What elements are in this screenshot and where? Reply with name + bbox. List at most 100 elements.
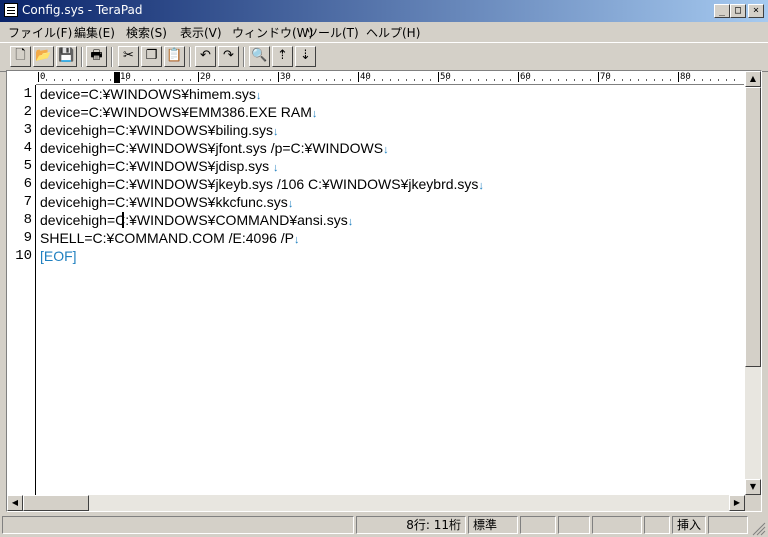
ruler-tick — [214, 79, 215, 81]
open-folder-icon[interactable]: 📂 — [33, 46, 54, 67]
print-icon[interactable]: 🖶 — [86, 46, 107, 67]
minimize-button[interactable]: _ — [714, 4, 730, 18]
ruler-caret-marker — [114, 72, 120, 83]
ruler-tick — [534, 79, 535, 81]
line-number: 9 — [23, 230, 32, 246]
text-line[interactable]: devicehigh=C:¥WINDOWS¥jfont.sys /p=C:¥WI… — [40, 139, 389, 157]
ruler-tick — [150, 79, 151, 81]
vertical-scrollbar[interactable]: ▲ ▼ — [745, 71, 761, 495]
ruler-tick — [422, 79, 423, 81]
line-text: devicehigh=C:¥WINDOWS¥jdisp.sys — [40, 158, 274, 174]
ruler-tick — [62, 79, 63, 81]
ruler-tick — [390, 79, 391, 81]
line-text: device=C:¥WINDOWS¥EMM386.EXE RAM — [40, 104, 312, 120]
menu-search[interactable]: 検索(S) — [126, 24, 167, 41]
ruler-tick — [134, 79, 135, 81]
ruler-tick — [710, 79, 711, 81]
ruler-tick — [574, 79, 575, 81]
scroll-left-icon[interactable]: ◀ — [7, 495, 23, 511]
ruler-tick — [158, 79, 159, 81]
menu-help[interactable]: ヘルプ(H) — [366, 24, 420, 41]
text-line[interactable]: device=C:¥WINDOWS¥himem.sys↓ — [40, 85, 261, 103]
find-next-icon[interactable]: ⇣ — [295, 46, 316, 67]
copy-icon[interactable]: ❐ — [141, 46, 162, 67]
app-icon[interactable] — [4, 3, 18, 17]
newline-mark: ↓ — [255, 90, 262, 102]
line-number: 6 — [23, 176, 32, 192]
ruler-tick — [638, 79, 639, 81]
newline-mark: ↓ — [478, 180, 484, 192]
new-file-icon[interactable]: 🗋 — [10, 46, 31, 67]
ruler-tick — [262, 79, 263, 81]
newline-mark: ↓ — [273, 126, 279, 138]
status-pane-empty — [708, 516, 748, 534]
text-line[interactable]: devicehigh=C:¥WINDOWS¥jdisp.sys ↓ — [40, 157, 279, 175]
ruler-tick — [142, 79, 143, 81]
status-pane-empty — [592, 516, 642, 534]
cut-icon[interactable]: ✂ — [118, 46, 139, 67]
scroll-right-icon[interactable]: ▶ — [729, 495, 745, 511]
cursor-position: 8行: 11桁 — [356, 516, 466, 534]
ruler-tick — [326, 79, 327, 81]
text-line[interactable]: SHELL=C:¥COMMAND.COM /E:4096 /P↓ — [40, 229, 300, 247]
ruler-tick — [550, 79, 551, 81]
vertical-scroll-thumb[interactable] — [745, 87, 761, 367]
line-number: 7 — [23, 194, 32, 210]
ruler-tick — [526, 79, 527, 81]
line-number: 5 — [23, 158, 32, 174]
maximize-button[interactable]: □ — [730, 4, 746, 18]
ruler-tick — [614, 79, 615, 81]
ruler-tick — [406, 79, 407, 81]
ruler-tick — [166, 79, 167, 81]
find-icon[interactable]: 🔍 — [249, 46, 270, 67]
undo-icon[interactable]: ↶ — [195, 46, 216, 67]
ruler-tick — [190, 79, 191, 81]
line-number-gutter: 1 2 3 4 5 6 7 8 9 10 — [7, 85, 36, 495]
status-pane-empty — [558, 516, 590, 534]
resize-grip-icon[interactable] — [750, 520, 766, 536]
ruler-tick — [374, 79, 375, 81]
menu-view[interactable]: 表示(V) — [180, 24, 222, 41]
text-line[interactable]: devicehigh=C:¥WINDOWS¥jkeyb.sys /106 C:¥… — [40, 175, 484, 193]
newline-mark: ↓ — [273, 162, 279, 174]
ruler-tick — [446, 79, 447, 81]
ruler-tick — [454, 79, 455, 81]
ruler-tick — [654, 79, 655, 81]
ruler-tick — [486, 79, 487, 81]
ruler-tick — [582, 79, 583, 81]
horizontal-scrollbar[interactable]: ◀ ▶ — [7, 495, 745, 511]
redo-icon[interactable]: ↷ — [218, 46, 239, 67]
ruler-tick — [230, 79, 231, 81]
menu-window[interactable]: ウィンドウ(W) — [232, 24, 313, 41]
insert-mode: 挿入 — [672, 516, 706, 534]
close-button[interactable]: × — [748, 4, 764, 18]
line-text: devicehigh=C:¥WINDOWS¥biling.sys — [40, 122, 274, 138]
ruler-tick — [430, 79, 431, 81]
ruler-tick — [718, 79, 719, 81]
ruler-tick — [662, 79, 663, 81]
ruler-tick — [558, 79, 559, 81]
text-line[interactable]: device=C:¥WINDOWS¥EMM386.EXE RAM↓ — [40, 103, 317, 121]
scroll-down-icon[interactable]: ▼ — [745, 479, 761, 495]
text-line[interactable]: devicehigh=C:¥WINDOWS¥biling.sys↓ — [40, 121, 279, 139]
window-title: Config.sys - TeraPad — [22, 3, 143, 17]
find-prev-icon[interactable]: ⇡ — [272, 46, 293, 67]
menu-edit[interactable]: 編集(E) — [74, 24, 115, 41]
scroll-up-icon[interactable]: ▲ — [745, 71, 761, 87]
ruler-tick — [246, 79, 247, 81]
text-line[interactable]: devicehigh=C:¥WINDOWS¥kkcfunc.sys↓ — [40, 193, 293, 211]
text-editor-area[interactable]: device=C:¥WINDOWS¥himem.sys↓ device=C:¥W… — [40, 85, 744, 495]
menu-tools[interactable]: ツール(T) — [306, 24, 359, 41]
save-icon[interactable]: 💾 — [56, 46, 77, 67]
paste-icon[interactable]: 📋 — [164, 46, 185, 67]
text-caret — [122, 212, 124, 228]
line-number: 10 — [15, 248, 32, 264]
ruler-tick — [222, 79, 223, 81]
ruler-tick — [686, 79, 687, 81]
newline-mark: ↓ — [383, 144, 389, 156]
menu-file[interactable]: ファイル(F) — [8, 24, 72, 41]
text-line[interactable]: devicehigh=C:¥WINDOWS¥COMMAND¥ansi.sys↓ — [40, 211, 353, 229]
horizontal-scroll-thumb[interactable] — [23, 495, 89, 511]
ruler-tick — [206, 79, 207, 81]
ruler-tick — [286, 79, 287, 81]
